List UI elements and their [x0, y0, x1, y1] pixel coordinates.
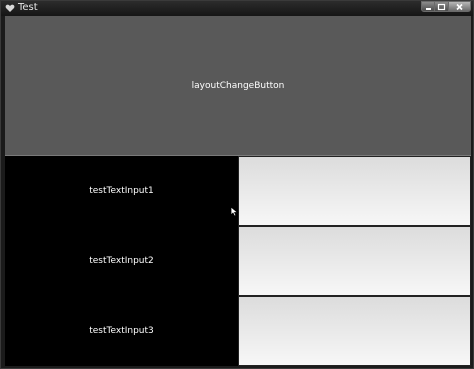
- title-bar[interactable]: Test: [1, 1, 473, 16]
- minimize-icon: [426, 8, 431, 10]
- maximize-button[interactable]: [435, 1, 449, 12]
- arrow-cursor-icon: [230, 207, 239, 217]
- close-icon: [456, 3, 463, 11]
- text-input-label-text: testTextInput3: [89, 326, 154, 336]
- client-area: layoutChangeButton testTextInput1 testTe…: [5, 16, 471, 366]
- text-input-1[interactable]: [238, 156, 471, 226]
- text-input-label-text: testTextInput1: [89, 186, 154, 196]
- minimize-button[interactable]: [421, 1, 435, 12]
- heart-icon: [5, 4, 15, 12]
- window-title: Test: [18, 2, 38, 13]
- close-button[interactable]: [449, 1, 471, 12]
- text-input-label-3: testTextInput3: [5, 296, 238, 366]
- text-input-label-text: testTextInput2: [89, 256, 154, 266]
- text-input-3[interactable]: [238, 296, 471, 366]
- text-input-2[interactable]: [238, 226, 471, 296]
- form-row-3: testTextInput3: [5, 296, 471, 366]
- layout-change-button[interactable]: layoutChangeButton: [5, 16, 471, 156]
- text-input-label-1: testTextInput1: [5, 156, 238, 226]
- maximize-icon: [437, 3, 446, 11]
- layout-change-button-label: layoutChangeButton: [191, 80, 285, 91]
- window-controls: [421, 1, 471, 12]
- app-window: Test layoutChangeButton testTextInput1 t…: [0, 0, 474, 369]
- form-row-2: testTextInput2: [5, 226, 471, 296]
- text-input-label-2: testTextInput2: [5, 226, 238, 296]
